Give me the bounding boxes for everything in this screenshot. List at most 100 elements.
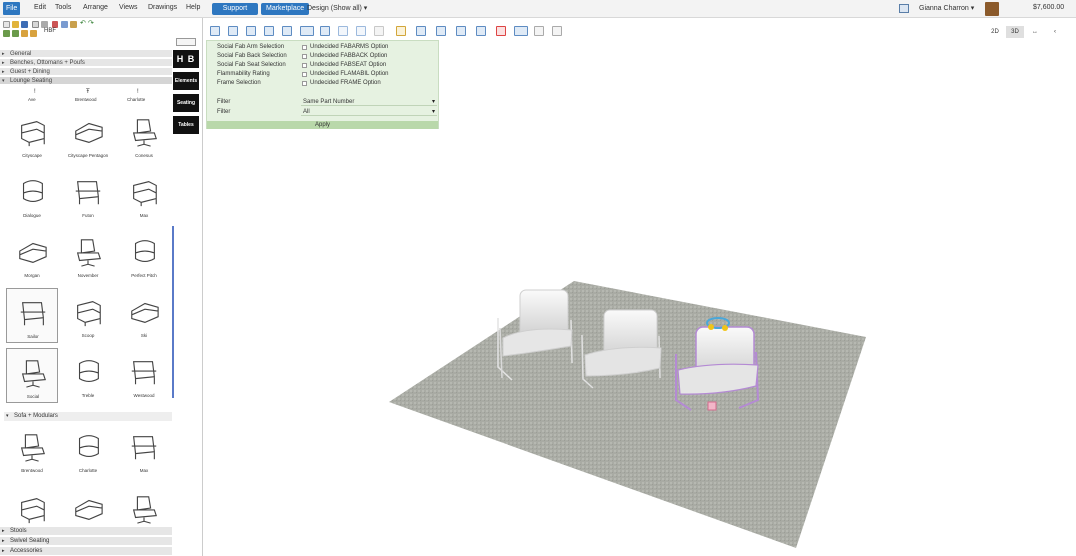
filter-all-select[interactable]: All <box>301 108 437 116</box>
distribute-icon[interactable] <box>456 26 466 36</box>
category-benches[interactable]: Benches, Ottomans + Poufs <box>0 59 172 67</box>
delete-icon[interactable] <box>496 26 506 36</box>
product-thumb[interactable]: November <box>62 228 114 283</box>
option-checkbox[interactable] <box>302 72 307 77</box>
menu-file[interactable]: File <box>3 2 21 15</box>
sofa-thumb[interactable]: Charlotte <box>62 423 114 478</box>
measure-icon[interactable] <box>416 26 426 36</box>
marketplace-button[interactable]: Marketplace <box>261 3 310 15</box>
support-button[interactable]: Support <box>212 3 258 15</box>
zoom-out-icon[interactable] <box>228 26 238 36</box>
link-icon[interactable] <box>552 26 562 36</box>
hbf-logo-button[interactable]: H B F <box>173 50 199 82</box>
orbit-icon[interactable] <box>374 26 384 36</box>
zoom-in-icon[interactable] <box>210 26 220 36</box>
product-thumb[interactable]: Westwood <box>118 348 170 403</box>
zoom-selection-icon[interactable] <box>282 26 292 36</box>
sofa-thumb[interactable]: Max <box>118 423 170 478</box>
pan-icon[interactable] <box>356 26 366 36</box>
menu-views[interactable]: Views <box>119 4 138 11</box>
resize-button[interactable]: ↔ <box>1026 26 1044 38</box>
back-icon[interactable] <box>3 30 10 37</box>
render-icon[interactable] <box>320 26 330 36</box>
apply-button[interactable]: Apply <box>207 121 438 129</box>
product-thumb[interactable]: Futon <box>62 168 114 223</box>
product-thumb[interactable]: Perfect Pitch <box>118 228 170 283</box>
flip-icon[interactable] <box>476 26 486 36</box>
product-thumb[interactable]: Social <box>6 348 58 403</box>
copy-icon[interactable] <box>61 21 68 28</box>
option-value[interactable]: Undecided FABBACK Option <box>310 53 387 59</box>
brand-dropdown[interactable] <box>176 38 196 46</box>
collapse-button[interactable]: ‹ <box>1046 26 1064 38</box>
menu-edit[interactable]: Edit <box>34 4 46 11</box>
category-guest-dining[interactable]: Guest + Dining <box>0 68 172 76</box>
category-swivel-seating[interactable]: Swivel Seating <box>0 536 172 546</box>
undo-icon[interactable]: ↶ <box>80 19 87 27</box>
save-icon[interactable] <box>21 21 28 28</box>
avatar[interactable] <box>985 2 999 16</box>
category-lounge-seating[interactable]: Lounge Seating <box>0 77 172 85</box>
print-icon[interactable] <box>41 21 48 28</box>
rotate-icon[interactable] <box>338 26 348 36</box>
redo-icon[interactable]: ↷ <box>88 19 95 27</box>
menu-tools[interactable]: Tools <box>55 4 71 11</box>
page-setup-icon[interactable] <box>32 21 39 28</box>
calendar-icon[interactable] <box>899 4 909 13</box>
new-file-icon[interactable] <box>3 21 10 28</box>
menu-arrange[interactable]: Arrange <box>83 4 108 11</box>
menu-drawings[interactable]: Drawings <box>148 4 177 11</box>
sofa-thumb[interactable]: Brentwood <box>6 423 58 478</box>
cut-icon[interactable] <box>52 21 58 28</box>
folder-icon[interactable] <box>30 30 37 37</box>
light-icon[interactable] <box>396 26 406 36</box>
camera-icon[interactable] <box>300 26 314 36</box>
home-icon[interactable] <box>21 30 28 37</box>
zoom-extents-icon[interactable] <box>246 26 256 36</box>
forward-icon[interactable] <box>12 30 19 37</box>
user-menu[interactable]: Gianna Charron ▾ <box>919 4 974 12</box>
filter-part-number-select[interactable]: Same Part Number <box>301 98 437 106</box>
product-thumb[interactable]: Dialogue <box>6 168 58 223</box>
design-selector[interactable]: Design (Show all) ▾ <box>307 4 367 12</box>
option-checkbox[interactable] <box>302 81 307 86</box>
view-3d-button[interactable]: 3D <box>1006 26 1024 38</box>
option-checkbox[interactable] <box>302 63 307 68</box>
paste-icon[interactable] <box>70 21 77 28</box>
option-value[interactable]: Undecided FABARMS Option <box>310 44 388 50</box>
category-general[interactable]: General <box>0 50 172 58</box>
menu-help[interactable]: Help <box>186 4 200 11</box>
tables-button[interactable]: Tables <box>173 116 199 134</box>
thumb-label-brentwood[interactable]: Brentwood <box>75 97 97 102</box>
align-icon[interactable] <box>436 26 446 36</box>
3d-viewport[interactable] <box>206 130 1076 556</box>
seating-button[interactable]: Seating <box>173 94 199 112</box>
thumb-label-charlotte[interactable]: Charlotte <box>127 97 145 102</box>
product-thumb[interactable]: Sailor <box>6 288 58 343</box>
category-stools[interactable]: Stools <box>0 526 172 536</box>
scrollbar-thumb[interactable] <box>172 226 174 398</box>
elements-button[interactable]: Elements <box>173 72 199 90</box>
product-thumb[interactable]: Treble <box>62 348 114 403</box>
category-sofa-modulars[interactable]: Sofa + Modulars <box>4 412 172 421</box>
product-thumb[interactable]: Cityscape Pentagon <box>62 108 114 163</box>
product-thumb[interactable]: Scoop <box>62 288 114 343</box>
thumb-label-ave[interactable]: Ave <box>28 97 36 102</box>
product-thumb[interactable]: Conesus <box>118 108 170 163</box>
product-thumb[interactable]: Max <box>118 168 170 223</box>
zoom-window-icon[interactable] <box>264 26 274 36</box>
product-thumb[interactable]: Morgan <box>6 228 58 283</box>
option-checkbox[interactable] <box>302 45 307 50</box>
option-value[interactable]: Undecided FRAME Option <box>310 80 381 86</box>
option-value[interactable]: Undecided FABSEAT Option <box>310 62 386 68</box>
paint-icon[interactable] <box>534 26 544 36</box>
scene-canvas[interactable] <box>206 130 1076 556</box>
product-thumb[interactable]: Cityscape <box>6 108 58 163</box>
move-handle-icon[interactable] <box>707 401 717 411</box>
option-checkbox[interactable] <box>302 54 307 59</box>
option-value[interactable]: Undecided FLAMABIL Option <box>310 71 389 77</box>
category-accessories[interactable]: Accessories <box>0 546 172 556</box>
product-thumb[interactable]: Ski <box>118 288 170 343</box>
open-folder-icon[interactable] <box>12 21 19 28</box>
properties-icon[interactable] <box>514 26 528 36</box>
